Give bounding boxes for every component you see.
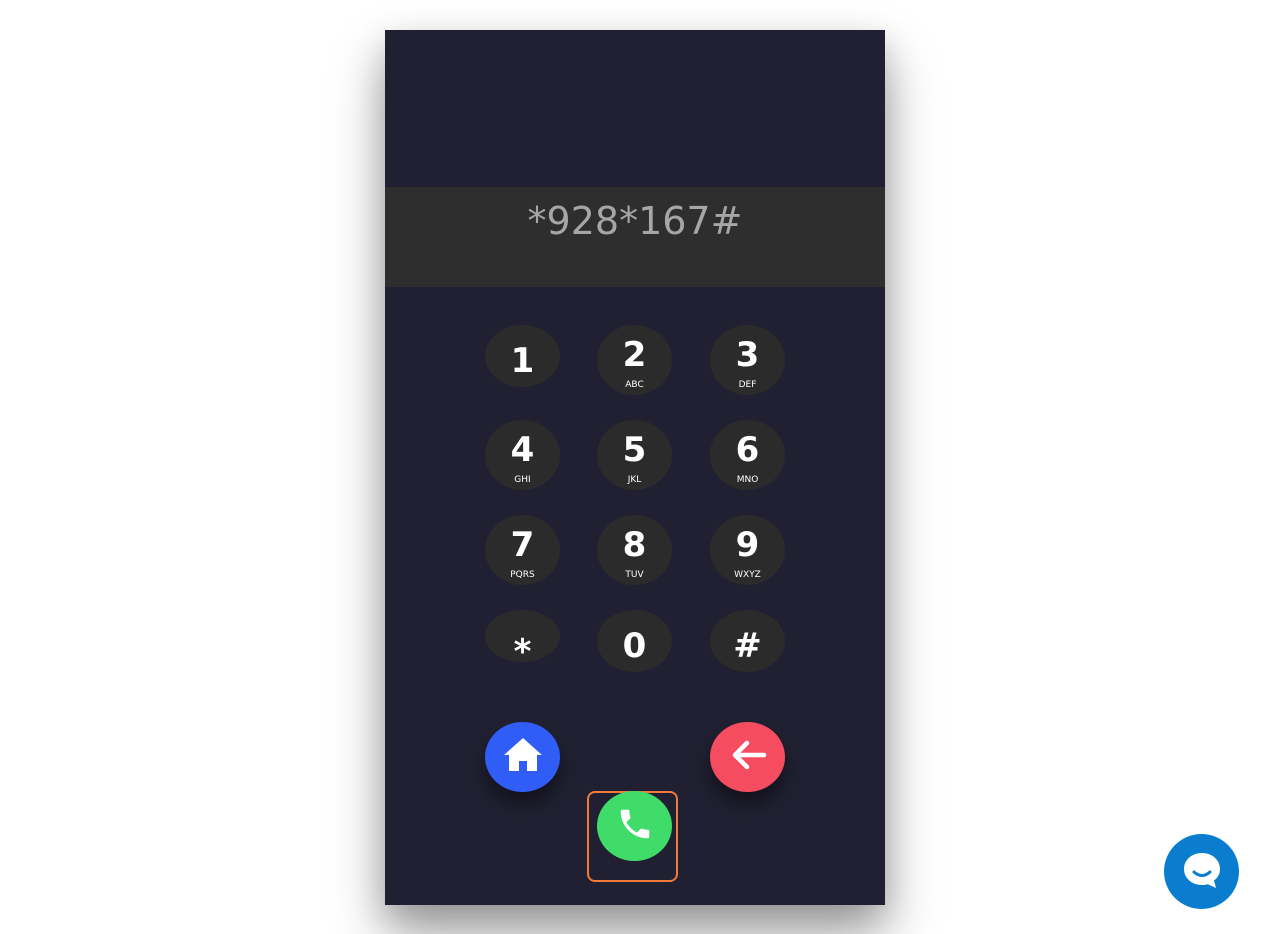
key-digit: 3 (735, 335, 760, 375)
key-digit: 8 (622, 525, 647, 565)
key-5[interactable]: 5 JKL (597, 420, 672, 490)
number-display: *928*167# (385, 187, 885, 287)
key-digit: 4 (510, 430, 535, 470)
key-digit: 7 (510, 525, 535, 565)
key-letters: DEF (738, 380, 757, 390)
key-star[interactable]: * (485, 610, 560, 672)
key-9[interactable]: 9 WXYZ (710, 515, 785, 585)
key-1[interactable]: 1 (485, 325, 560, 387)
dialer-screen: *928*167# 1 2 ABC 3 DEF 4 GHI 5 JKL 6 MN… (385, 30, 885, 905)
key-letters: TUV (625, 570, 644, 580)
key-7[interactable]: 7 PQRS (485, 515, 560, 585)
backspace-button[interactable] (710, 722, 785, 792)
home-icon (502, 735, 544, 779)
chat-widget-button[interactable] (1164, 834, 1239, 909)
key-digit: # (733, 626, 762, 666)
key-8[interactable]: 8 TUV (597, 515, 672, 585)
key-digit: 5 (622, 430, 647, 470)
key-digit: 1 (510, 341, 535, 381)
key-digit: * (513, 632, 532, 672)
key-4[interactable]: 4 GHI (485, 420, 560, 490)
key-letters: WXYZ (734, 570, 761, 580)
key-letters: JKL (627, 475, 642, 485)
dialed-number: *928*167# (527, 199, 743, 243)
key-letters: MNO (736, 475, 759, 485)
key-letters: ABC (625, 380, 644, 390)
key-digit: 0 (622, 626, 647, 666)
arrow-left-icon (728, 737, 768, 777)
key-digit: 9 (735, 525, 760, 565)
key-2[interactable]: 2 ABC (597, 325, 672, 395)
chat-bubble-icon (1180, 848, 1224, 896)
key-digit: 6 (735, 430, 760, 470)
key-0[interactable]: 0 (597, 610, 672, 672)
key-letters: GHI (514, 475, 531, 485)
key-6[interactable]: 6 MNO (710, 420, 785, 490)
home-button[interactable] (485, 722, 560, 792)
key-digit: 2 (622, 335, 647, 375)
key-3[interactable]: 3 DEF (710, 325, 785, 395)
phone-icon (616, 805, 654, 847)
key-hash[interactable]: # (710, 610, 785, 672)
call-button[interactable] (597, 791, 672, 861)
key-letters: PQRS (510, 570, 535, 580)
